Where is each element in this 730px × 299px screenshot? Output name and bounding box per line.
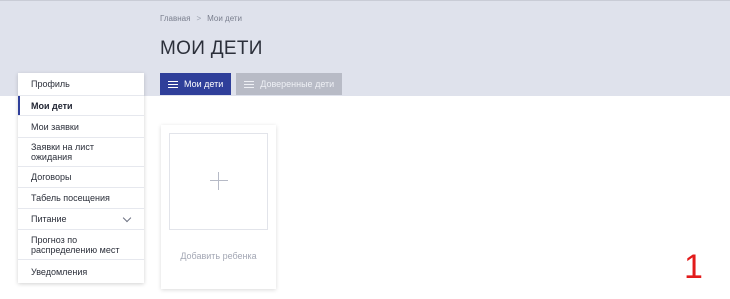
sidebar-item-label: Питание [31, 214, 67, 224]
sidebar-item-my-applications[interactable]: Мои заявки [18, 116, 144, 138]
tab-label: Доверенные дети [260, 79, 335, 89]
page-title: МОИ ДЕТИ [160, 38, 263, 59]
add-child-label: Добавить ребенка [180, 251, 257, 261]
sidebar-item-attendance[interactable]: Табель посещения [18, 188, 144, 209]
sidebar-item-label: Мои заявки [31, 121, 79, 132]
breadcrumb: Главная > Мои дети [160, 14, 242, 23]
tab-my-children[interactable]: Мои дети [160, 73, 232, 95]
sidebar-item-label: Договоры [31, 172, 72, 182]
sidebar: Профиль Мои дети Мои заявки Заявки на ли… [18, 73, 144, 283]
sidebar-item-label: Табель посещения [31, 193, 110, 203]
sidebar-item-notifications[interactable]: Уведомления [18, 260, 144, 283]
annotation-number: 1 [684, 248, 703, 286]
sidebar-item-label: Прогноз по распределению мест [31, 234, 120, 255]
breadcrumb-home-link[interactable]: Главная [160, 14, 190, 23]
sidebar-item-nutrition[interactable]: Питание [18, 209, 144, 230]
tab-label: Мои дети [184, 79, 224, 89]
tabs: Мои дети Доверенные дети [160, 73, 343, 95]
sidebar-item-label: Профиль [31, 79, 70, 89]
sidebar-item-label: Уведомления [31, 266, 88, 277]
sidebar-item-label: Заявки на лист ожидания [31, 142, 94, 162]
breadcrumb-current: Мои дети [207, 14, 243, 23]
sidebar-item-placement-forecast[interactable]: Прогноз по распределению мест [18, 230, 144, 260]
sidebar-item-waitlist-applications[interactable]: Заявки на лист ожидания [18, 138, 144, 167]
breadcrumb-separator: > [196, 14, 202, 23]
add-child-box[interactable] [169, 133, 268, 230]
list-icon [244, 80, 255, 88]
sidebar-item-profile[interactable]: Профиль [18, 73, 144, 96]
add-child-card[interactable]: Добавить ребенка [161, 125, 276, 289]
list-icon [168, 80, 178, 88]
plus-icon [210, 172, 228, 190]
sidebar-item-contracts[interactable]: Договоры [18, 167, 144, 188]
sidebar-item-my-children[interactable]: Мои дети [18, 96, 144, 116]
tab-trusted-children[interactable]: Доверенные дети [236, 73, 343, 95]
chevron-down-icon[interactable] [122, 214, 132, 224]
sidebar-item-label: Мои дети [31, 100, 73, 111]
